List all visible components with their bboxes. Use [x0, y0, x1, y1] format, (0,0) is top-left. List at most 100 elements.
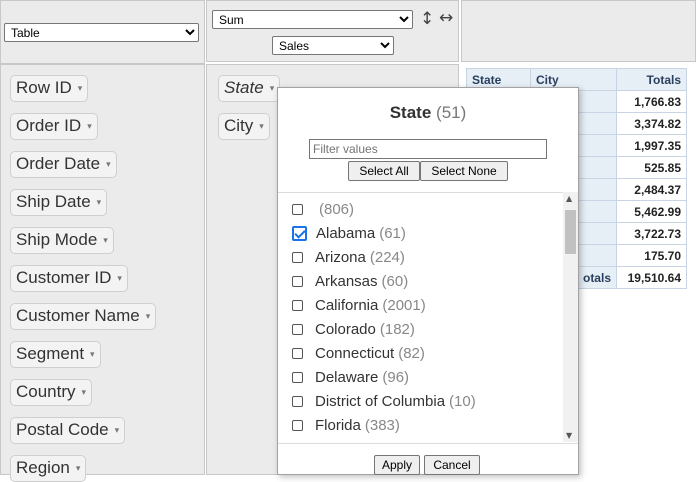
select-none-button[interactable]: Select None: [420, 161, 508, 181]
item-count: (182): [379, 320, 415, 338]
checkbox[interactable]: [292, 203, 303, 215]
filter-title: State (51): [278, 103, 578, 123]
attribute-label: Order Date: [16, 154, 101, 173]
value-field-select[interactable]: Sales: [272, 36, 394, 55]
select-all-button[interactable]: Select All: [348, 161, 420, 181]
attribute-label: Country: [16, 382, 76, 401]
column-drop-zone[interactable]: [461, 0, 696, 62]
checkbox[interactable]: [292, 419, 303, 431]
value-cell: 3,374.82: [616, 112, 687, 135]
dropdown-triangle-icon[interactable]: ▾: [90, 349, 95, 359]
row-field-city[interactable]: City ▾: [218, 113, 270, 140]
checkbox[interactable]: [292, 275, 303, 287]
checkbox[interactable]: [292, 251, 303, 263]
dropdown-triangle-icon[interactable]: ▾: [78, 83, 83, 93]
attribute-order-id[interactable]: Order ID ▾: [10, 113, 98, 140]
list-item[interactable]: Alabama (61): [292, 221, 406, 245]
attribute-country[interactable]: Country ▾: [10, 379, 93, 406]
list-item[interactable]: Connecticut (82): [292, 341, 425, 365]
attribute-label: Order ID: [16, 116, 82, 135]
attribute-label: Customer Name: [16, 306, 140, 325]
item-label: Connecticut: [315, 344, 395, 362]
row-order-toggle[interactable]: ↕: [420, 11, 434, 28]
scroll-down-arrow-icon[interactable]: ▼: [566, 431, 572, 440]
attribute-customer-name[interactable]: Customer Name ▾: [10, 303, 157, 330]
attribute-postal-code[interactable]: Postal Code ▾: [10, 417, 126, 444]
row-field-state[interactable]: State ▾: [218, 75, 281, 102]
col-order-toggle[interactable]: ↔: [439, 10, 453, 27]
attribute-order-date[interactable]: Order Date ▾: [10, 151, 117, 178]
checkbox[interactable]: [292, 299, 303, 311]
attribute-row-id[interactable]: Row ID ▾: [10, 75, 89, 102]
row-field-label: State: [224, 78, 264, 97]
item-count: (2001): [382, 296, 426, 314]
dropdown-triangle-icon[interactable]: ▾: [87, 121, 92, 131]
item-label: Alabama: [316, 224, 376, 242]
dropdown-triangle-icon[interactable]: ▾: [270, 83, 275, 93]
attribute-label: Postal Code: [16, 420, 109, 439]
renderer-panel: Table: [0, 0, 205, 64]
value-cell: 525.85: [616, 156, 687, 179]
list-item[interactable]: Florida (383): [292, 413, 400, 437]
dropdown-triangle-icon[interactable]: ▾: [115, 425, 120, 435]
value-cell: 5,462.99: [616, 200, 687, 223]
apply-button[interactable]: Apply: [374, 455, 420, 475]
grand-total-cell: 19,510.64: [616, 266, 687, 289]
checkbox[interactable]: [292, 371, 303, 383]
item-label: Colorado: [315, 320, 376, 338]
dropdown-triangle-icon[interactable]: ▾: [117, 273, 122, 283]
dropdown-triangle-icon[interactable]: ▾: [259, 121, 264, 131]
header-totals: Totals: [616, 68, 687, 91]
checkbox-checked[interactable]: [292, 225, 307, 241]
item-count: (383): [364, 416, 400, 434]
item-label: District of Columbia: [315, 392, 446, 410]
value-cell: 175.70: [616, 244, 687, 267]
cancel-button[interactable]: Cancel: [424, 455, 480, 475]
filter-values-input[interactable]: [309, 139, 547, 159]
filter-title-label: State: [389, 103, 432, 122]
item-count: (224): [369, 248, 405, 266]
list-item[interactable]: Arkansas (60): [292, 269, 408, 293]
filter-title-count: (51): [436, 103, 467, 122]
dropdown-triangle-icon[interactable]: ▾: [82, 387, 87, 397]
aggregator-panel: Sum ↕ ↔ Sales: [206, 0, 459, 62]
attribute-ship-date[interactable]: Ship Date ▾: [10, 189, 108, 216]
dropdown-triangle-icon[interactable]: ▾: [97, 197, 102, 207]
filter-checkbox-list[interactable]: (806) Alabama (61) Arizona (224) Arkansas(…: [278, 192, 578, 444]
item-label: Arizona: [315, 248, 366, 266]
renderer-select[interactable]: Table: [4, 23, 199, 42]
item-count: (60): [381, 272, 409, 290]
dropdown-triangle-icon[interactable]: ▾: [103, 235, 108, 245]
aggregator-select[interactable]: Sum: [212, 10, 413, 29]
attribute-label: Row ID: [16, 78, 72, 97]
item-count: (82): [398, 344, 425, 362]
attribute-ship-mode[interactable]: Ship Mode ▾: [10, 227, 114, 254]
attribute-segment[interactable]: Segment ▾: [10, 341, 101, 368]
dropdown-triangle-icon[interactable]: ▾: [76, 463, 81, 473]
list-item[interactable]: California (2001): [292, 293, 426, 317]
item-label: Florida: [315, 416, 361, 434]
item-count: (10): [449, 392, 476, 410]
list-item[interactable]: (806): [292, 197, 354, 221]
attribute-label: Ship Date: [16, 192, 91, 211]
item-count: (806): [319, 200, 355, 218]
value-cell: 1,766.83: [616, 90, 687, 113]
list-item[interactable]: Arizona (224): [292, 245, 405, 269]
list-item[interactable]: District of Columbia (10): [292, 389, 476, 413]
item-label: Delaware: [315, 368, 379, 386]
list-item[interactable]: Colorado (182): [292, 317, 415, 341]
attribute-label: Segment: [16, 344, 85, 363]
dropdown-triangle-icon[interactable]: ▾: [106, 159, 111, 169]
attribute-region[interactable]: Region ▾: [10, 455, 87, 482]
dropdown-triangle-icon[interactable]: ▾: [146, 311, 151, 321]
filter-list-scrollbar[interactable]: ▲ ▼: [563, 192, 578, 442]
checkbox[interactable]: [292, 323, 303, 335]
checkbox[interactable]: [292, 395, 303, 407]
scrollbar-thumb[interactable]: [565, 210, 576, 254]
scroll-up-arrow-icon[interactable]: ▲: [566, 194, 572, 203]
item-count: (96): [382, 368, 410, 386]
item-count: (61): [379, 224, 406, 242]
attribute-customer-id[interactable]: Customer ID ▾: [10, 265, 128, 292]
list-item[interactable]: Delaware (96): [292, 365, 409, 389]
checkbox[interactable]: [292, 347, 303, 359]
